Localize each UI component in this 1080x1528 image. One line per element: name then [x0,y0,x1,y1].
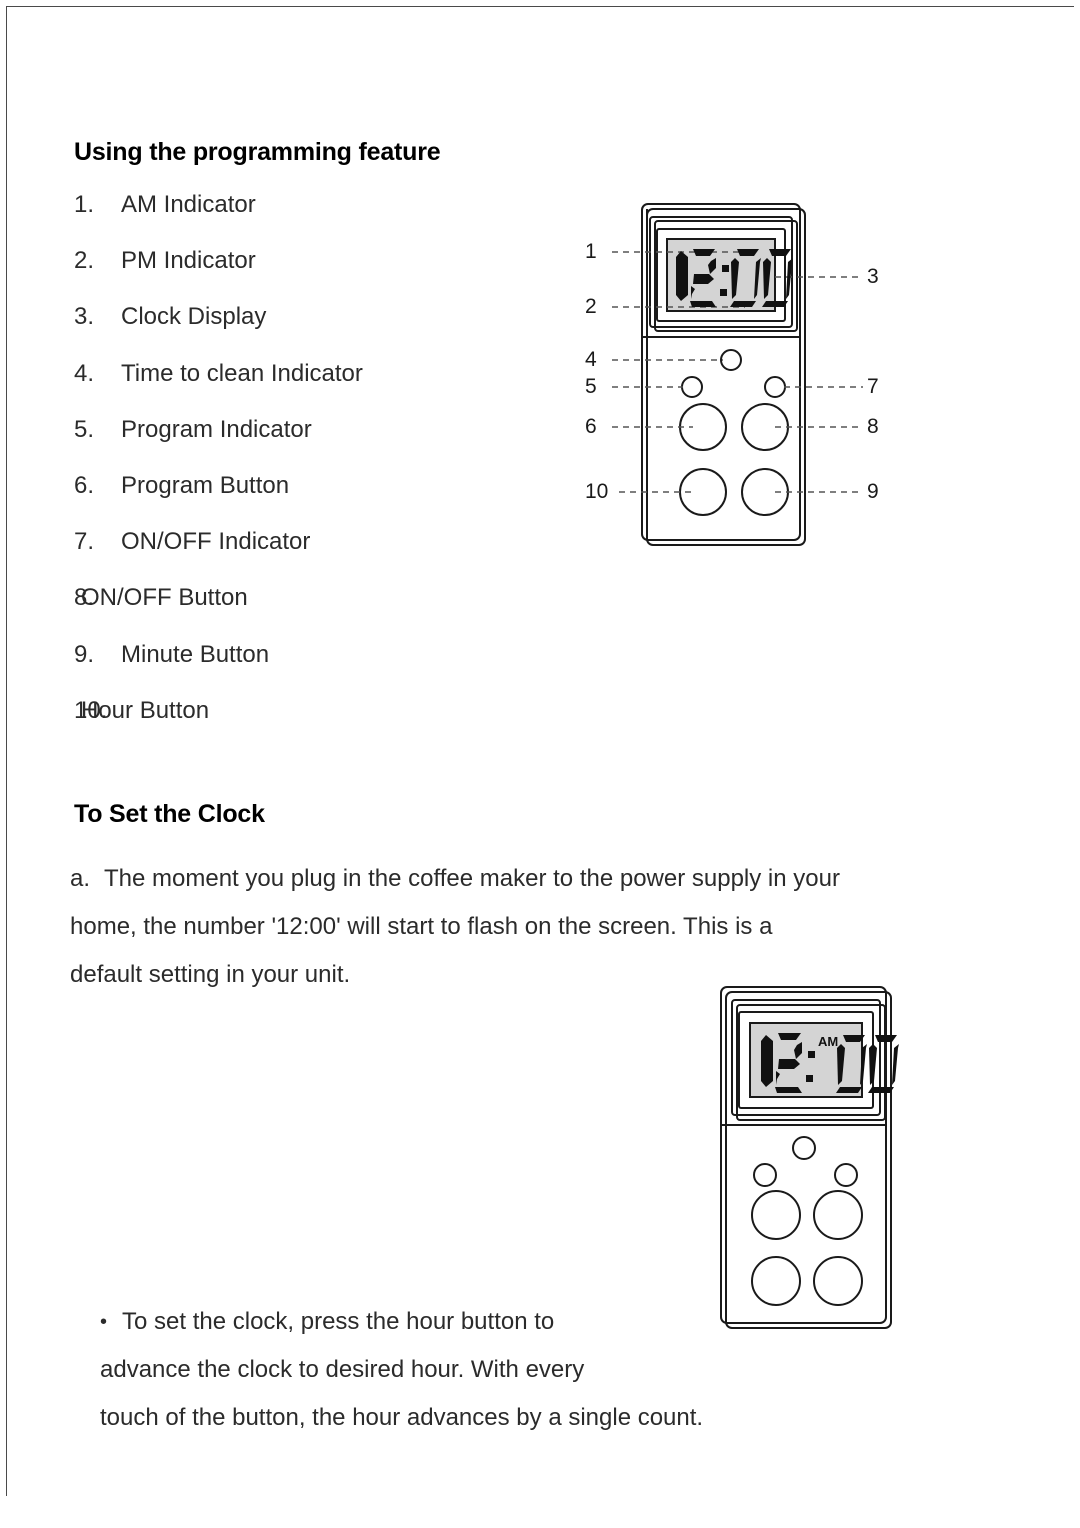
control-panel-diagram-am: AM [712,978,902,1338]
program-indicator-led-2 [753,1163,777,1187]
callout-label-10: 10 [585,480,609,503]
list-item: 6. Program Button [74,471,544,530]
list-item-label: Clock Display [121,303,267,331]
list-item-number: 2. [74,247,95,275]
am-indicator-label: AM [818,1034,838,1049]
list-item-label: PM Indicator [121,247,256,275]
program-button-2[interactable] [751,1190,801,1240]
clean-indicator-led-2 [792,1136,816,1160]
paragraph-a-line-1: The moment you plug in the coffee maker … [104,865,840,892]
list-item-label: ON/OFF Indicator [121,528,311,556]
page-border-top [6,6,1074,7]
list-item-label: Minute Button [121,640,270,668]
list-item-label: Hour Button [81,696,210,724]
section-title-to-set-the-clock: To Set the Clock [74,800,265,828]
list-item-label: Program Button [121,471,290,499]
manual-page: Using the programming feature 1. AM Indic… [0,0,1080,1528]
list-item: 8. ON/OFF Button [74,586,544,642]
callout-label-8: 8 [867,415,879,438]
control-panel-svg-1 [612,203,863,546]
list-item-number: 7. [74,528,95,556]
list-item-number: 9. [74,640,95,668]
list-item: 10. Hour Button [74,696,544,755]
list-item: 9. Minute Button [74,640,544,699]
paragraph-marker-a: a. [70,865,91,892]
list-item: 2. PM Indicator [74,249,544,305]
program-button[interactable] [679,403,727,451]
callout-label-3: 3 [867,265,879,288]
list-item-number: 1. [74,191,95,218]
paragraph-a-line-2: home, the number '12:00' will start to f… [70,913,773,940]
minute-button-2[interactable] [813,1256,863,1306]
hour-button-2[interactable] [751,1256,801,1306]
bullet-line-2: advance the clock to desired hour. With … [100,1356,585,1383]
bullet-line-3: touch of the button, the hour advances b… [100,1404,704,1431]
list-item-label: Time to clean Indicator [121,359,363,387]
list-item: 7. ON/OFF Indicator [74,530,544,586]
list-item-number: 10. [74,696,108,724]
control-panel-diagram-labeled: 1 2 4 5 6 10 3 7 8 9 [585,195,885,555]
page-border-left [6,6,7,1496]
onoff-indicator-led-2 [834,1163,858,1187]
callout-label-2: 2 [585,295,597,318]
list-item-label: ON/OFF Button [81,584,248,612]
minute-button[interactable] [741,468,789,516]
onoff-button[interactable] [741,403,789,451]
callout-label-7: 7 [867,375,879,398]
onoff-button-2[interactable] [813,1190,863,1240]
callout-label-9: 9 [867,480,879,503]
callout-label-4: 4 [585,348,597,371]
list-item: 5. Program Indicator [74,415,544,474]
callout-label-5: 5 [585,375,597,398]
program-indicator-led [681,376,703,398]
list-item-number: 4. [74,359,95,387]
parts-list: 1. AM Indicator 2. PM Indicator 3. Clock Disp… [74,193,544,755]
list-item: 3. Clock Display [74,305,544,361]
callout-label-6: 6 [585,415,597,438]
list-item: 1. AM Indicator [74,193,544,249]
list-item-label: Program Indicator [121,415,312,443]
bullet-icon: • [100,1311,108,1333]
list-item-number: 3. [74,303,95,331]
list-item-label: AM Indicator [121,191,256,218]
control-panel-svg-2: AM [720,986,899,1329]
page-title-using-programming-feature: Using the programming feature [74,138,441,166]
clean-indicator-led [720,349,742,371]
list-item-number: 6. [74,471,95,499]
list-item: 4. Time to clean Indicator [74,359,544,418]
list-item-number: 5. [74,415,95,443]
callout-label-1: 1 [585,240,597,263]
onoff-indicator-led [764,376,786,398]
list-item-number: 8. [74,584,95,612]
